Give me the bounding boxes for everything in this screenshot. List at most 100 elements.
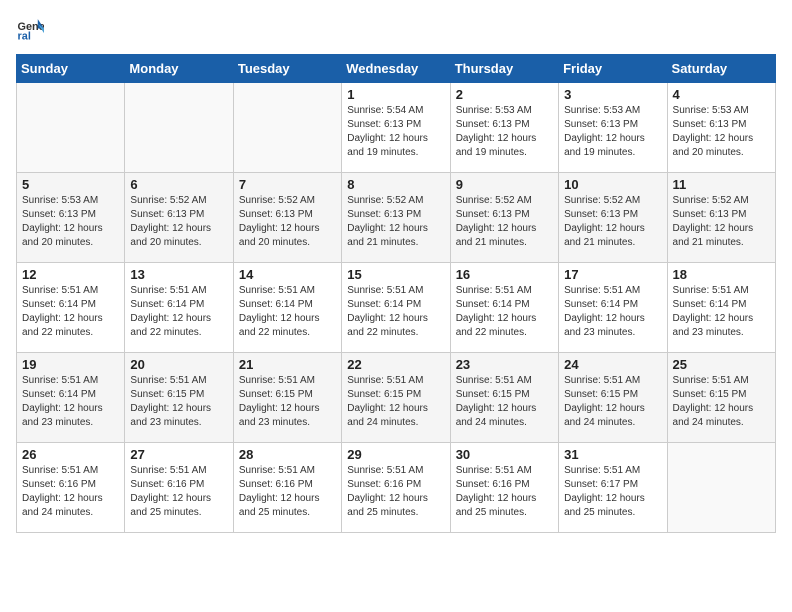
day-number: 31 — [564, 447, 661, 462]
calendar-cell: 9 Sunrise: 5:52 AM Sunset: 6:13 PM Daylig… — [450, 173, 558, 263]
day-number: 22 — [347, 357, 444, 372]
calendar-cell: 26 Sunrise: 5:51 AM Sunset: 6:16 PM Dayli… — [17, 443, 125, 533]
day-number: 18 — [673, 267, 770, 282]
calendar-header: Sunday Monday Tuesday Wednesday Thursday… — [17, 55, 776, 83]
day-info: Sunrise: 5:53 AM Sunset: 6:13 PM Dayligh… — [564, 104, 661, 160]
day-info: Sunrise: 5:51 AM Sunset: 6:16 PM Dayligh… — [347, 464, 444, 520]
day-info: Sunrise: 5:51 AM Sunset: 6:14 PM Dayligh… — [239, 284, 336, 340]
day-number: 28 — [239, 447, 336, 462]
calendar-cell: 4 Sunrise: 5:53 AM Sunset: 6:13 PM Daylig… — [667, 83, 775, 173]
day-number: 1 — [347, 87, 444, 102]
day-number: 26 — [22, 447, 119, 462]
day-number: 29 — [347, 447, 444, 462]
calendar-cell: 22 Sunrise: 5:51 AM Sunset: 6:15 PM Dayli… — [342, 353, 450, 443]
day-number: 30 — [456, 447, 553, 462]
calendar-cell: 10Sunrise: 5:52 AM Sunset: 6:13 PM Dayli… — [559, 173, 667, 263]
header-thursday: Thursday — [450, 55, 558, 83]
calendar-cell: 21 Sunrise: 5:51 AM Sunset: 6:15 PM Dayli… — [233, 353, 341, 443]
day-number: 15 — [347, 267, 444, 282]
header-monday: Monday — [125, 55, 233, 83]
day-number: 4 — [673, 87, 770, 102]
calendar-cell: 27 Sunrise: 5:51 AM Sunset: 6:16 PM Dayli… — [125, 443, 233, 533]
day-info: Sunrise: 5:51 AM Sunset: 6:17 PM Dayligh… — [564, 464, 661, 520]
day-info: Sunrise: 5:51 AM Sunset: 6:14 PM Dayligh… — [564, 284, 661, 340]
day-number: 21 — [239, 357, 336, 372]
day-info: Sunrise: 5:52 AM Sunset: 6:13 PM Dayligh… — [347, 194, 444, 250]
day-number: 27 — [130, 447, 227, 462]
calendar-body: 1Sunrise: 5:54 AM Sunset: 6:13 PM Daylig… — [17, 83, 776, 533]
day-number: 19 — [22, 357, 119, 372]
day-info: Sunrise: 5:51 AM Sunset: 6:15 PM Dayligh… — [673, 374, 770, 430]
day-info: Sunrise: 5:51 AM Sunset: 6:15 PM Dayligh… — [239, 374, 336, 430]
day-info: Sunrise: 5:53 AM Sunset: 6:13 PM Dayligh… — [673, 104, 770, 160]
header: Gene ral — [16, 16, 776, 44]
day-info: Sunrise: 5:51 AM Sunset: 6:16 PM Dayligh… — [239, 464, 336, 520]
day-info: Sunrise: 5:53 AM Sunset: 6:13 PM Dayligh… — [456, 104, 553, 160]
calendar-cell: 31 Sunrise: 5:51 AM Sunset: 6:17 PM Dayli… — [559, 443, 667, 533]
calendar-cell: 1Sunrise: 5:54 AM Sunset: 6:13 PM Daylig… — [342, 83, 450, 173]
calendar-cell: 14Sunrise: 5:51 AM Sunset: 6:14 PM Dayli… — [233, 263, 341, 353]
day-number: 24 — [564, 357, 661, 372]
header-row: Sunday Monday Tuesday Wednesday Thursday… — [17, 55, 776, 83]
day-info: Sunrise: 5:51 AM Sunset: 6:15 PM Dayligh… — [564, 374, 661, 430]
calendar-week-5: 26 Sunrise: 5:51 AM Sunset: 6:16 PM Dayli… — [17, 443, 776, 533]
calendar-week-4: 19Sunrise: 5:51 AM Sunset: 6:14 PM Dayli… — [17, 353, 776, 443]
calendar-cell: 25 Sunrise: 5:51 AM Sunset: 6:15 PM Dayli… — [667, 353, 775, 443]
day-number: 17 — [564, 267, 661, 282]
calendar-cell: 19Sunrise: 5:51 AM Sunset: 6:14 PM Dayli… — [17, 353, 125, 443]
day-info: Sunrise: 5:52 AM Sunset: 6:13 PM Dayligh… — [456, 194, 553, 250]
calendar-cell: 3Sunrise: 5:53 AM Sunset: 6:13 PM Daylig… — [559, 83, 667, 173]
calendar-cell: 28 Sunrise: 5:51 AM Sunset: 6:16 PM Dayli… — [233, 443, 341, 533]
logo: Gene ral — [16, 16, 48, 44]
svg-text:ral: ral — [18, 30, 31, 42]
day-number: 13 — [130, 267, 227, 282]
calendar-cell: 23 Sunrise: 5:51 AM Sunset: 6:15 PM Dayli… — [450, 353, 558, 443]
day-number: 9 — [456, 177, 553, 192]
day-number: 12 — [22, 267, 119, 282]
day-number: 23 — [456, 357, 553, 372]
calendar-cell: 12 Sunrise: 5:51 AM Sunset: 6:14 PM Dayli… — [17, 263, 125, 353]
calendar-cell: 16 Sunrise: 5:51 AM Sunset: 6:14 PM Dayli… — [450, 263, 558, 353]
header-friday: Friday — [559, 55, 667, 83]
day-number: 5 — [22, 177, 119, 192]
calendar-week-1: 1Sunrise: 5:54 AM Sunset: 6:13 PM Daylig… — [17, 83, 776, 173]
day-number: 8 — [347, 177, 444, 192]
day-number: 25 — [673, 357, 770, 372]
day-number: 11 — [673, 177, 770, 192]
day-info: Sunrise: 5:51 AM Sunset: 6:15 PM Dayligh… — [456, 374, 553, 430]
day-info: Sunrise: 5:51 AM Sunset: 6:16 PM Dayligh… — [130, 464, 227, 520]
calendar-cell: 11 Sunrise: 5:52 AM Sunset: 6:13 PM Dayli… — [667, 173, 775, 263]
calendar-cell: 18 Sunrise: 5:51 AM Sunset: 6:14 PM Dayli… — [667, 263, 775, 353]
day-info: Sunrise: 5:52 AM Sunset: 6:13 PM Dayligh… — [239, 194, 336, 250]
calendar-cell: 15 Sunrise: 5:51 AM Sunset: 6:14 PM Dayli… — [342, 263, 450, 353]
logo-icon: Gene ral — [16, 16, 44, 44]
day-info: Sunrise: 5:52 AM Sunset: 6:13 PM Dayligh… — [673, 194, 770, 250]
calendar-cell — [667, 443, 775, 533]
calendar-cell: 8 Sunrise: 5:52 AM Sunset: 6:13 PM Daylig… — [342, 173, 450, 263]
day-info: Sunrise: 5:51 AM Sunset: 6:14 PM Dayligh… — [456, 284, 553, 340]
calendar-cell — [125, 83, 233, 173]
calendar-cell: 29 Sunrise: 5:51 AM Sunset: 6:16 PM Dayli… — [342, 443, 450, 533]
header-tuesday: Tuesday — [233, 55, 341, 83]
day-info: Sunrise: 5:51 AM Sunset: 6:16 PM Dayligh… — [22, 464, 119, 520]
calendar-cell: 20 Sunrise: 5:51 AM Sunset: 6:15 PM Dayli… — [125, 353, 233, 443]
day-info: Sunrise: 5:51 AM Sunset: 6:14 PM Dayligh… — [130, 284, 227, 340]
day-info: Sunrise: 5:51 AM Sunset: 6:14 PM Dayligh… — [347, 284, 444, 340]
calendar-cell: 6Sunrise: 5:52 AM Sunset: 6:13 PM Daylig… — [125, 173, 233, 263]
calendar-cell: 5Sunrise: 5:53 AM Sunset: 6:13 PM Daylig… — [17, 173, 125, 263]
day-info: Sunrise: 5:51 AM Sunset: 6:15 PM Dayligh… — [130, 374, 227, 430]
day-number: 20 — [130, 357, 227, 372]
day-info: Sunrise: 5:51 AM Sunset: 6:14 PM Dayligh… — [673, 284, 770, 340]
calendar-cell: 7 Sunrise: 5:52 AM Sunset: 6:13 PM Daylig… — [233, 173, 341, 263]
day-number: 7 — [239, 177, 336, 192]
day-number: 2 — [456, 87, 553, 102]
header-saturday: Saturday — [667, 55, 775, 83]
calendar-cell — [17, 83, 125, 173]
day-info: Sunrise: 5:51 AM Sunset: 6:15 PM Dayligh… — [347, 374, 444, 430]
calendar-cell: 2 Sunrise: 5:53 AM Sunset: 6:13 PM Daylig… — [450, 83, 558, 173]
calendar-cell: 17 Sunrise: 5:51 AM Sunset: 6:14 PM Dayli… — [559, 263, 667, 353]
day-number: 6 — [130, 177, 227, 192]
calendar-table: Sunday Monday Tuesday Wednesday Thursday… — [16, 54, 776, 533]
day-info: Sunrise: 5:51 AM Sunset: 6:14 PM Dayligh… — [22, 284, 119, 340]
day-number: 16 — [456, 267, 553, 282]
